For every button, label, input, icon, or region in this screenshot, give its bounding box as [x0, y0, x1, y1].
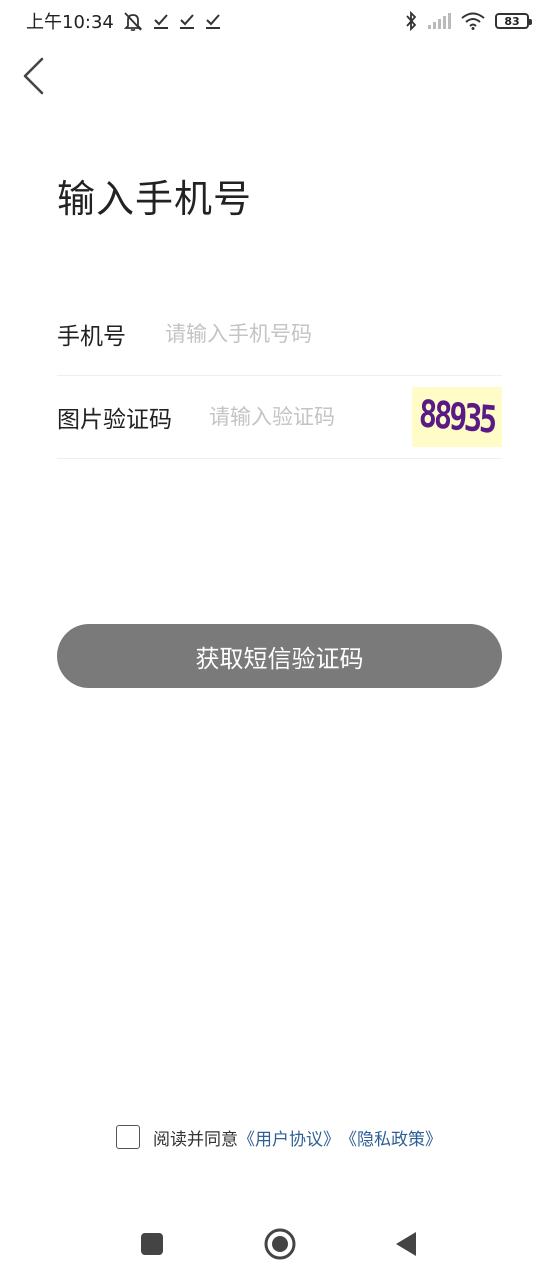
captcha-input[interactable]: [209, 397, 412, 437]
page-title: 输入手机号: [57, 177, 253, 221]
check-icon: [178, 12, 196, 30]
captcha-row: 图片验证码 88935: [57, 376, 502, 459]
back-button[interactable]: [14, 54, 54, 98]
home-button[interactable]: [262, 1226, 298, 1262]
chevron-left-icon: [23, 57, 44, 95]
square-icon: [141, 1233, 163, 1255]
battery-icon: 83: [495, 13, 532, 29]
system-nav-bar: [0, 1214, 559, 1274]
check-icon: [152, 12, 170, 30]
captcha-label: 图片验证码: [57, 407, 172, 433]
login-form: 手机号 图片验证码 88935: [57, 293, 502, 459]
get-sms-code-button[interactable]: 获取短信验证码: [57, 624, 502, 688]
triangle-back-icon: [396, 1232, 416, 1256]
captcha-image[interactable]: 88935: [412, 387, 502, 447]
phone-login-screen: 上午10:34 83 输入手机号 手机号 请输入手机号码 图片验证码 请输入验证…: [0, 0, 559, 1280]
battery-level: 83: [504, 14, 520, 28]
privacy-policy-link[interactable]: 《隐私政策》: [340, 1125, 442, 1150]
phone-label: 手机号: [57, 324, 126, 350]
bluetooth-icon: [405, 11, 417, 31]
status-left: 上午10:34: [26, 8, 222, 34]
status-bar: 上午10:34 83: [0, 0, 559, 42]
system-back-button[interactable]: [388, 1226, 424, 1262]
recents-button[interactable]: [134, 1226, 170, 1262]
captcha-text: 88935: [418, 391, 496, 443]
phone-row: 手机号: [57, 293, 502, 376]
wifi-icon: [461, 12, 485, 30]
status-right: 83: [405, 11, 532, 31]
agreement: 阅读并同意 《用户协议》 《隐私政策》: [116, 1124, 442, 1150]
agreement-checkbox[interactable]: [116, 1125, 140, 1149]
status-time: 上午10:34: [26, 12, 114, 33]
circle-icon: [264, 1228, 296, 1260]
mute-icon: [122, 11, 144, 31]
signal-icon: [427, 12, 451, 30]
user-agreement-link[interactable]: 《用户协议》: [238, 1125, 340, 1150]
check-icon: [204, 12, 222, 30]
phone-input[interactable]: [165, 314, 502, 354]
agreement-prefix: 阅读并同意: [153, 1129, 238, 1150]
